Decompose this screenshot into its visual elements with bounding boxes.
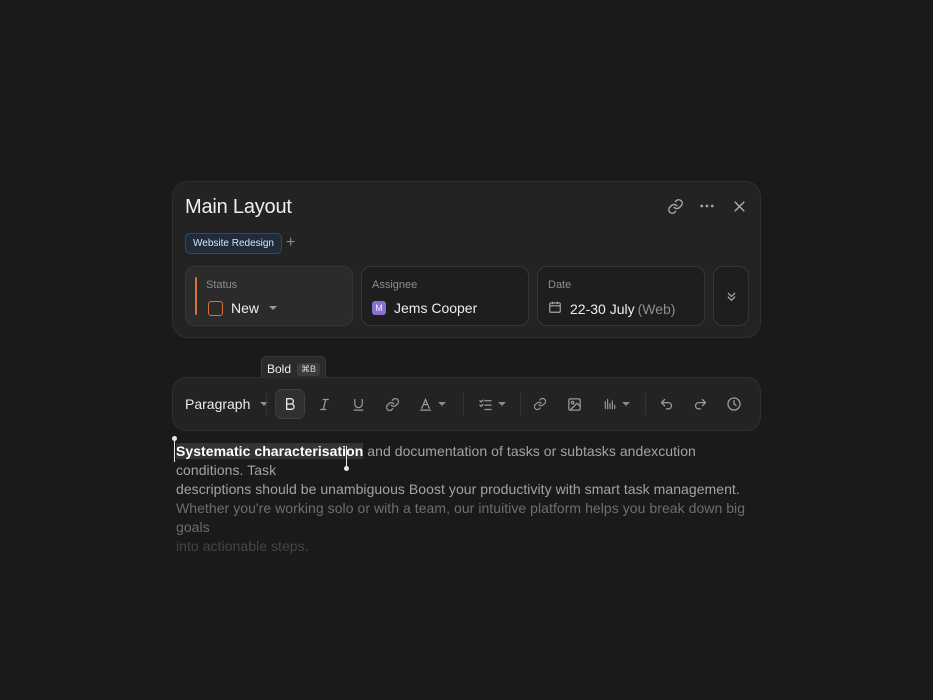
editor-content[interactable]: Systematic characterisation and document… — [176, 442, 764, 556]
task-card: Main Layout Website Redesign + Status Ne… — [172, 181, 761, 338]
status-checkbox-icon[interactable] — [208, 300, 223, 316]
text-color-icon — [419, 397, 432, 411]
history-icon — [727, 397, 741, 411]
date-value[interactable]: 22-30 July (Web) — [548, 300, 675, 317]
undo-button[interactable] — [651, 389, 681, 419]
checklist-button[interactable] — [473, 389, 511, 419]
editor-line-1: Systematic characterisation and document… — [176, 442, 764, 480]
status-value[interactable]: New — [208, 300, 278, 316]
task-title[interactable]: Main Layout — [185, 196, 292, 219]
tooltip-shortcut: ⌘B — [297, 362, 321, 376]
link-icon[interactable] — [666, 197, 684, 215]
history-button[interactable] — [719, 389, 749, 419]
selected-text: Systematic characterisation — [176, 443, 364, 459]
expand-fields-button[interactable] — [713, 266, 749, 326]
status-label: Status — [206, 279, 238, 291]
assignee-value[interactable]: M Jems Cooper — [372, 300, 477, 316]
avatar: M — [372, 301, 386, 315]
checklist-icon — [479, 399, 492, 410]
editor-line-2: descriptions should be unambiguous Boost… — [176, 481, 740, 497]
redo-icon — [694, 398, 706, 409]
add-tag-button[interactable]: + — [286, 235, 295, 251]
toolbar-divider — [520, 393, 521, 415]
italic-button[interactable] — [309, 389, 339, 419]
undo-icon — [660, 398, 672, 409]
assignee-field[interactable]: Assignee M Jems Cooper — [361, 266, 529, 326]
chart-icon — [604, 398, 615, 410]
header-actions — [666, 197, 748, 215]
status-text: New — [231, 300, 260, 316]
italic-icon — [319, 398, 329, 410]
status-field[interactable]: Status New — [185, 266, 353, 326]
insert-chart-button[interactable] — [597, 389, 635, 419]
underline-button[interactable] — [343, 389, 373, 419]
toolbar-divider — [645, 393, 646, 415]
date-suffix: (Web) — [637, 300, 676, 317]
bold-button[interactable] — [275, 389, 305, 419]
status-accent-bar — [195, 277, 197, 315]
insert-image-button[interactable] — [559, 389, 589, 419]
project-tag[interactable]: Website Redesign — [185, 233, 282, 254]
selection-caret-start — [174, 440, 175, 462]
tooltip-label: Bold — [267, 362, 292, 376]
chevron-down-icon — [438, 402, 446, 406]
toolbar-divider — [266, 393, 267, 415]
chevrons-down-icon — [727, 292, 735, 301]
editor-toolbar: Paragraph — [172, 377, 761, 431]
image-icon — [567, 397, 581, 411]
editor-line-3: Whether you're working solo or with a te… — [176, 500, 746, 535]
insert-link-button[interactable] — [377, 389, 407, 419]
chevron-down-icon — [260, 402, 269, 406]
link-icon — [533, 397, 547, 411]
toolbar-divider — [463, 393, 464, 415]
close-icon[interactable] — [730, 197, 748, 215]
calendar-icon — [548, 300, 562, 317]
chevron-down-icon — [621, 402, 630, 406]
underline-icon — [353, 398, 363, 411]
assignee-name: Jems Cooper — [394, 300, 478, 316]
text-color-button[interactable] — [413, 389, 451, 419]
bold-icon — [286, 398, 295, 410]
date-label: Date — [548, 279, 572, 291]
block-type-dropdown[interactable]: Paragraph — [185, 396, 269, 412]
selection-handle-end[interactable] — [344, 466, 349, 471]
redo-button[interactable] — [685, 389, 715, 419]
date-field[interactable]: Date 22-30 July (Web) — [537, 266, 705, 326]
date-range: 22-30 July — [570, 300, 635, 317]
chevron-down-icon — [498, 402, 506, 406]
block-type-label: Paragraph — [185, 396, 251, 412]
embed-link-button[interactable] — [525, 389, 555, 419]
link-icon — [385, 397, 399, 411]
more-icon[interactable] — [698, 197, 716, 215]
chevron-down-icon — [269, 306, 278, 310]
editor-line-4: into actionable steps. — [176, 538, 309, 554]
assignee-label: Assignee — [372, 279, 418, 291]
selection-caret-end — [346, 446, 347, 468]
